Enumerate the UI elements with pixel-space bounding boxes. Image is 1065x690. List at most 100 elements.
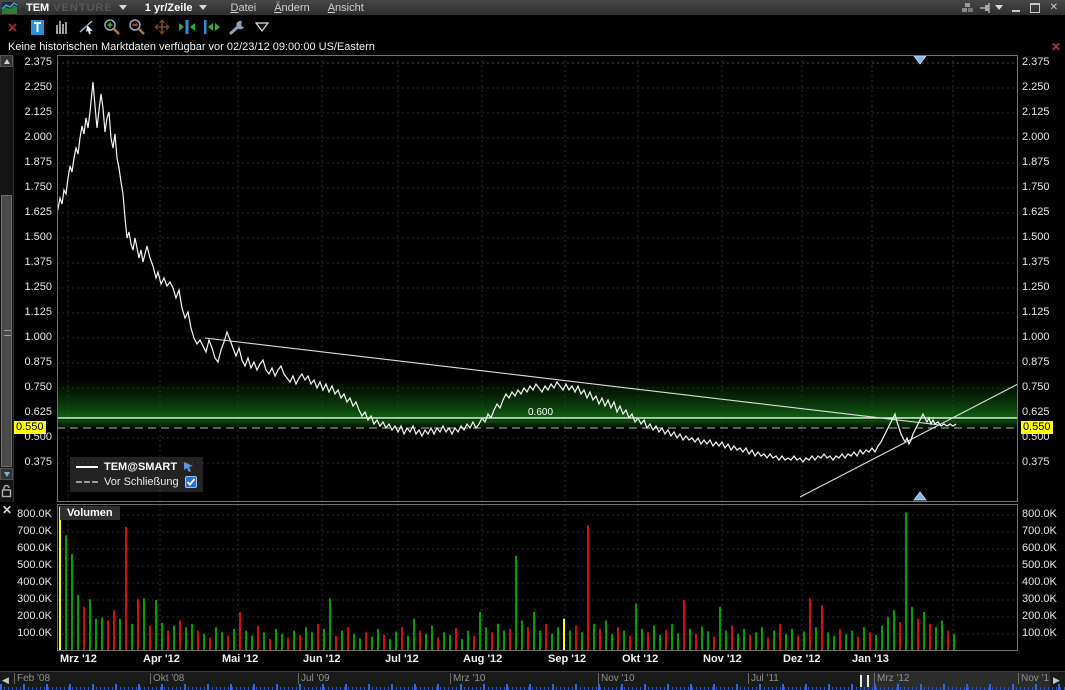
- volume-bar: [209, 637, 211, 651]
- wrench-icon: [228, 19, 247, 36]
- volume-bar: [413, 619, 415, 651]
- increase-bar-spacing-button[interactable]: [202, 17, 222, 37]
- volume-bar: [857, 637, 859, 651]
- volume-chart-plot[interactable]: [57, 504, 1018, 651]
- volume-bar: [851, 631, 853, 651]
- volume-bar: [473, 636, 475, 651]
- price-chart-plot[interactable]: 0.600: [57, 55, 1018, 502]
- volume-bar: [491, 632, 493, 651]
- volume-bar: [323, 629, 325, 651]
- volume-bar: [509, 629, 511, 651]
- volume-bar: [347, 627, 349, 651]
- volume-bar: [437, 637, 439, 651]
- maximize-button[interactable]: [1030, 3, 1040, 13]
- volume-bar: [377, 629, 379, 651]
- volume-bar: [143, 598, 145, 651]
- volume-bar: [59, 507, 61, 652]
- zoom-out-button[interactable]: [127, 17, 147, 37]
- more-tools-button[interactable]: [252, 17, 272, 37]
- crosshair-button[interactable]: [152, 17, 172, 37]
- menu-ansicht[interactable]: Ansicht: [328, 2, 364, 14]
- link-windows-icon[interactable]: [961, 2, 975, 14]
- volume-bar: [635, 603, 637, 651]
- month-label: Jul '12: [385, 653, 419, 665]
- time-navigator-scrollbar[interactable]: ◀ ▶ Feb '08Okt '08Jul '09Mrz '10Nov '10J…: [0, 671, 1065, 690]
- legend-series-label: TEM@SMART: [104, 461, 177, 473]
- navigator-left-arrow[interactable]: ◀: [2, 675, 9, 686]
- unlock-icon[interactable]: [1, 484, 12, 498]
- volume-bar: [425, 634, 427, 651]
- volume-bar: [677, 633, 679, 651]
- volume-bar: [257, 626, 259, 652]
- hand-cursor-icon[interactable]: [183, 461, 195, 472]
- volume-bar: [683, 600, 685, 651]
- navigator-date-label: Mrz '10: [450, 673, 485, 684]
- event-marker-top: [914, 56, 926, 64]
- overlay-checkbox[interactable]: [185, 476, 197, 488]
- message-bar: Keine historischen Marktdaten verfügbar …: [0, 39, 1065, 55]
- volume-bar: [797, 636, 799, 651]
- trendline-tool-button[interactable]: [77, 17, 97, 37]
- volume-bar: [461, 639, 463, 651]
- volume-bar: [689, 629, 691, 651]
- close-button[interactable]: ✕: [1050, 2, 1058, 13]
- minimize-button[interactable]: [1012, 4, 1020, 12]
- price-axis-label-right: 2.125: [1022, 106, 1050, 119]
- chart-settings-button[interactable]: [227, 17, 247, 37]
- volume-bar: [245, 631, 247, 651]
- month-label: Okt '12: [622, 653, 658, 665]
- volume-bar: [815, 627, 817, 651]
- scroll-down-button[interactable]: [0, 468, 13, 480]
- volume-axis-label-left: 700.0K: [0, 525, 52, 538]
- message-close-icon[interactable]: ✕: [1051, 40, 1061, 54]
- volume-bar: [431, 626, 433, 652]
- price-axis-label-left: 1.000: [0, 331, 52, 344]
- remove-study-button[interactable]: [2, 17, 22, 37]
- text-annotation-button[interactable]: [27, 17, 47, 37]
- chart-style-button[interactable]: [52, 17, 72, 37]
- navigator-thumb-grip[interactable]: [860, 675, 869, 687]
- volume-bar: [731, 626, 733, 652]
- expand-bars-icon: [203, 19, 221, 35]
- pin-window-button[interactable]: [979, 0, 1003, 15]
- volume-bar: [755, 632, 757, 651]
- timeframe-label: 1 yr/Zeile: [145, 2, 193, 14]
- volume-bar: [113, 610, 115, 651]
- volume-bar: [875, 635, 877, 651]
- volume-bar: [305, 627, 307, 651]
- price-axis-label-right: 0.375: [1022, 456, 1050, 469]
- volume-bar: [443, 632, 445, 651]
- menu-datei[interactable]: Datei: [231, 2, 257, 14]
- price-axis-label-left: 2.000: [0, 131, 52, 144]
- volume-bar: [455, 628, 457, 651]
- chevron-down-icon: [199, 5, 207, 10]
- volume-bar: [137, 599, 139, 651]
- navigator-right-arrow[interactable]: ▶: [1053, 675, 1060, 686]
- maximize-icon: [1030, 3, 1040, 13]
- dashed-line-swatch: [76, 481, 98, 483]
- volume-bar: [521, 620, 523, 651]
- x-axis-month-labels: Mrz '12Apr '12Mai '12Jun '12Jul '12Aug '…: [0, 652, 1065, 669]
- price-axis-label-left: 1.125: [0, 306, 52, 319]
- navigator-date-label: Jul '09: [298, 673, 330, 684]
- compress-bars-icon: [178, 19, 196, 35]
- zoom-in-button[interactable]: [102, 17, 122, 37]
- legend-series-row: TEM@SMART: [76, 459, 197, 474]
- symbol-dropdown[interactable]: TEM VENTURE: [20, 0, 127, 15]
- volume-bar: [593, 624, 595, 651]
- timeframe-dropdown[interactable]: 1 yr/Zeile: [145, 0, 207, 15]
- volume-axis-label-right: 800.0K: [1022, 508, 1057, 521]
- volume-axis-label-right: 500.0K: [1022, 559, 1057, 572]
- menu-ändern[interactable]: Ändern: [274, 2, 309, 14]
- volume-bar: [863, 627, 865, 651]
- volume-bar: [119, 619, 121, 651]
- volume-bar: [221, 632, 223, 651]
- volume-bar: [947, 631, 949, 651]
- volume-bar: [467, 631, 469, 651]
- volume-bar: [719, 607, 721, 651]
- chart-legend: TEM@SMART Vor Schließung: [70, 457, 203, 492]
- decrease-bar-spacing-button[interactable]: [177, 17, 197, 37]
- volume-bar: [671, 624, 673, 651]
- volume-bar: [785, 634, 787, 651]
- volume-bar: [557, 627, 559, 651]
